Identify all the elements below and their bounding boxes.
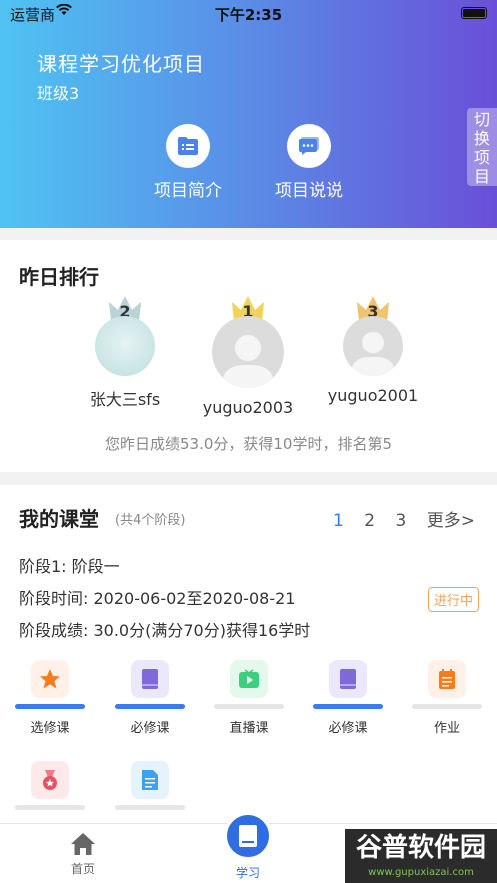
course-live[interactable]: 直播课: [214, 660, 284, 736]
avatar: [95, 316, 155, 376]
class-name: 班级3: [37, 84, 80, 103]
chat-icon: [287, 124, 331, 168]
star-icon: [31, 660, 69, 698]
course-progress: [15, 805, 85, 810]
my-classroom-card: 我的课堂 (共4个阶段) 1 2 3 更多> 阶段1: 阶段一 阶段时间: 20…: [0, 485, 497, 825]
classroom-title: 我的课堂: [19, 507, 99, 531]
project-title: 课程学习优化项目: [37, 52, 205, 76]
watermark-text: 谷普软件园: [355, 833, 486, 863]
page-2-link[interactable]: 2: [364, 511, 375, 531]
stage-count: (共4个阶段): [115, 513, 186, 528]
book-icon: [224, 812, 272, 860]
course-label: 作业: [433, 721, 460, 736]
tab-home[interactable]: 首页: [43, 832, 123, 877]
status-bar: 运营商 下午2:35: [0, 0, 497, 26]
book-icon: [131, 660, 169, 698]
course-label: 必修课: [130, 721, 170, 736]
project-intro-button[interactable]: 项目简介: [133, 124, 243, 201]
stage-time: 阶段时间: 2020-06-02至2020-08-21: [19, 589, 296, 608]
ranking-title: 昨日排行: [19, 265, 99, 289]
course-progress: [15, 704, 85, 709]
avatar: [212, 316, 284, 388]
project-posts-label: 项目说说: [275, 181, 343, 201]
switch-project-button[interactable]: 切换项目: [467, 108, 497, 186]
list-icon: [166, 124, 210, 168]
book-icon: [329, 660, 367, 698]
status-badge: 进行中: [427, 587, 479, 612]
ranking-summary: 您昨日成绩53.0分，获得10学时，排名第5: [104, 435, 393, 453]
project-posts-button[interactable]: 项目说说: [254, 124, 364, 201]
course-label: 必修课: [328, 721, 368, 736]
tab-study-label: 学习: [235, 866, 260, 880]
stage-name: 阶段1: 阶段一: [19, 557, 120, 576]
stage-pager: 1 2 3 更多>: [318, 506, 475, 531]
course-required[interactable]: 必修课: [313, 660, 383, 736]
rank-item-3[interactable]: 3 yuguo2001: [313, 296, 433, 405]
course-required[interactable]: 必修课: [115, 660, 185, 736]
course-progress: [115, 704, 185, 709]
page-1-link[interactable]: 1: [333, 511, 344, 531]
course-exam[interactable]: [15, 761, 85, 810]
bottom-tab-bar: 首页 学习 谷普软件园 www.gupuxiazai.com: [0, 812, 497, 883]
document-icon: [131, 761, 169, 799]
avatar: [343, 316, 403, 376]
ranking-card: 昨日排行 2 张大三sfs 1 yuguo2003 3 yuguo2001 您昨…: [0, 240, 497, 472]
course-progress: [313, 704, 383, 709]
tab-home-label: 首页: [70, 862, 95, 876]
rank-item-2[interactable]: 2 张大三sfs: [65, 296, 185, 410]
medal-icon: [31, 761, 69, 799]
course-progress: [115, 805, 185, 810]
course-progress: [412, 704, 482, 709]
watermark-logo: 谷普软件园 www.gupuxiazai.com: [345, 829, 497, 883]
more-link[interactable]: 更多>: [427, 511, 475, 531]
project-header: 运营商 下午2:35 课程学习优化项目 班级3 项目简介 项目说说 切换项目: [0, 0, 497, 228]
course-homework[interactable]: 作业: [412, 660, 482, 736]
home-icon: [70, 832, 96, 856]
course-label: 直播课: [229, 721, 269, 736]
project-intro-label: 项目简介: [154, 181, 222, 201]
video-icon: [230, 660, 268, 698]
battery-icon: [461, 7, 487, 19]
clock: 下午2:35: [214, 6, 283, 24]
notebook-icon: [428, 660, 466, 698]
rank-item-1[interactable]: 1 yuguo2003: [188, 296, 308, 417]
course-document[interactable]: [115, 761, 185, 810]
course-elective[interactable]: 选修课: [15, 660, 85, 736]
rank-name: yuguo2001: [327, 386, 419, 405]
rank-name: 张大三sfs: [89, 390, 161, 409]
course-label: 选修课: [30, 721, 70, 736]
watermark-url: www.gupuxiazai.com: [368, 867, 474, 878]
rank-name: yuguo2003: [202, 398, 294, 417]
page-3-link[interactable]: 3: [396, 511, 407, 531]
tab-study[interactable]: 学习: [208, 812, 288, 881]
stage-score: 阶段成绩: 30.0分(满分70分)获得16学时: [19, 621, 311, 640]
course-progress: [214, 704, 284, 709]
